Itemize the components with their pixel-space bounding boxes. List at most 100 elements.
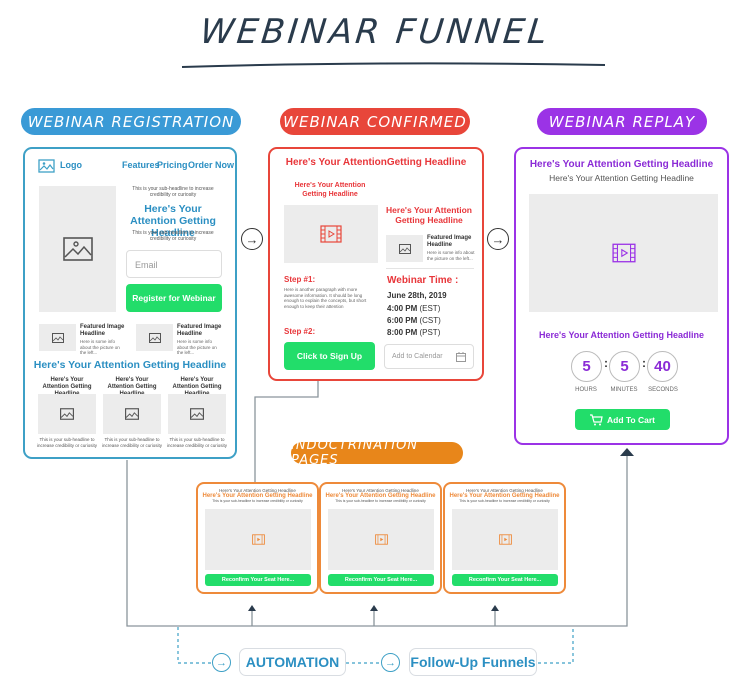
featured-title: Featured Image Headline [427,235,472,248]
video-icon [251,534,265,545]
signup-button[interactable]: Click to Sign Up [284,342,375,370]
column-image-placeholder [168,394,226,434]
countdown-separator: : [604,356,608,370]
hero-image-placeholder [39,186,116,312]
indoctrination-page-mockup: Here's Your Attention Getting Headline H… [319,482,442,594]
indoctrination-page-mockup: Here's Your Attention Getting Headline H… [443,482,566,594]
countdown-label: MINUTES [610,387,638,393]
dotted-automation-line [177,627,212,664]
stage-label-indoctrination: INDOCTRINATION PAGES [291,438,463,468]
featured-text: Here is some info about the picture on t… [427,250,475,261]
ind-video-placeholder [205,509,311,570]
automation-arrow-icon: → [212,653,231,672]
column-text: This is your sub-headline to increase cr… [36,437,98,448]
title-underline [181,62,606,68]
dotted-followup-line [538,627,574,664]
time-row: 6:00 PM (CST) [387,316,441,325]
countdown-seconds: 40 [647,351,678,382]
hero-subheadline-bottom: This is your sub-headline to increase cr… [132,230,214,242]
arrowhead-ind1 [248,605,256,611]
arrowhead-ind2 [370,605,378,611]
add-to-cart-button[interactable]: Add To Cart [575,409,670,430]
ind-video-placeholder [452,509,558,570]
featured-image-placeholder [386,235,423,262]
arrowhead-ind3 [491,605,499,611]
column-image-placeholder [103,394,161,434]
registration-page-mockup: Logo Features Pricing Order Now This is … [23,147,237,459]
hero-subheadline-top: This is your sub-headline to increase cr… [132,186,214,198]
replay-video-placeholder [529,194,718,312]
featured-text: Here is some info about the picture on t… [177,339,217,355]
time-value: 4:00 PM [387,304,418,313]
video-headline: Here's Your Attention Getting Headline [294,182,366,198]
video-icon [320,225,342,243]
countdown-minutes: 5 [609,351,640,382]
column-image-placeholder [38,394,96,434]
image-icon [125,408,139,420]
ind-subheadline: This is your sub-headline to increase cr… [212,499,303,503]
time-zone: (EST) [419,304,441,313]
webinar-date: June 28th, 2019 [387,291,447,300]
countdown-separator: : [642,356,646,370]
step1-text: Here is another paragraph with more awes… [284,287,367,309]
featured-title: Featured Image Headline [177,324,222,337]
video-placeholder [284,205,378,263]
email-input[interactable]: Email [126,250,222,278]
email-placeholder: Email [135,260,158,270]
nav-pricing[interactable]: Pricing [157,160,188,170]
logo-text: Logo [60,160,82,170]
reconfirm-seat-button[interactable]: Reconfirm Your Seat Here... [452,574,558,586]
next-arrow-icon: → [487,228,509,250]
confirmed-headline: Here's Your AttentionGetting Headline [285,157,467,168]
cart-icon [589,413,603,425]
divider [386,268,474,269]
add-to-cart-label: Add To Cart [606,414,655,425]
replay-headline: Here's Your Attention Getting Headline [529,159,714,170]
featured-image-placeholder [136,324,173,351]
video-icon [611,243,636,263]
column-text: This is your sub-headline to increase cr… [166,437,228,448]
section-headline: Here's Your Attention Getting Headline [33,359,227,371]
followup-arrow-icon: → [381,653,400,672]
video-icon [374,534,388,545]
countdown-hours: 5 [571,351,602,382]
time-zone: (CST) [419,316,441,325]
reconfirm-seat-button[interactable]: Reconfirm Your Seat Here... [328,574,434,586]
register-button[interactable]: Register for Webinar [126,284,222,312]
stage-label-confirmed: WEBINAR CONFIRMED [280,108,470,135]
ind-video-placeholder [328,509,434,570]
image-icon [60,408,74,420]
featured-image-placeholder [39,324,76,351]
time-row: 8:00 PM (PST) [387,328,440,337]
side-headline: Here's Your Attention Getting Headline [386,205,472,225]
followup-funnels-box: Follow-Up Funnels [409,648,537,676]
stage-label-replay: WEBINAR REPLAY [537,108,707,135]
image-icon [398,243,411,254]
calendar-placeholder: Add to Calendar [392,353,443,360]
arrowhead-replay [620,448,634,456]
countdown-label: HOURS [575,387,597,393]
replay-subheadline: Here's Your Attention Getting Headline [549,173,694,183]
image-icon [148,332,161,343]
webinar-time-label: Webinar Time : [387,275,459,286]
add-to-calendar-input[interactable]: Add to Calendar [384,344,474,369]
replay-page-mockup: Here's Your Attention Getting Headline H… [514,147,729,445]
image-icon [62,237,93,261]
time-value: 8:00 PM [387,328,418,337]
countdown-label: SECONDS [648,387,678,393]
calendar-icon [456,352,466,362]
next-arrow-icon: → [241,228,263,250]
nav-features[interactable]: Features [122,160,160,170]
reconfirm-seat-button[interactable]: Reconfirm Your Seat Here... [205,574,311,586]
nav-order-now[interactable]: Order Now [188,160,234,170]
time-row: 4:00 PM (EST) [387,304,440,313]
logo-image-icon [38,159,55,173]
stage-label-registration: WEBINAR REGISTRATION [21,108,241,135]
page-title: WEBINAR FUNNEL [198,12,552,52]
step2-label: Step #2: [284,327,316,336]
countdown-headline: Here's Your Attention Getting Headline [539,330,704,340]
column-text: This is your sub-headline to increase cr… [101,437,163,448]
confirmed-page-mockup: Here's Your AttentionGetting Headline He… [268,147,484,381]
automation-box: AUTOMATION [239,648,346,676]
ind-subheadline: This is your sub-headline to increase cr… [459,499,550,503]
